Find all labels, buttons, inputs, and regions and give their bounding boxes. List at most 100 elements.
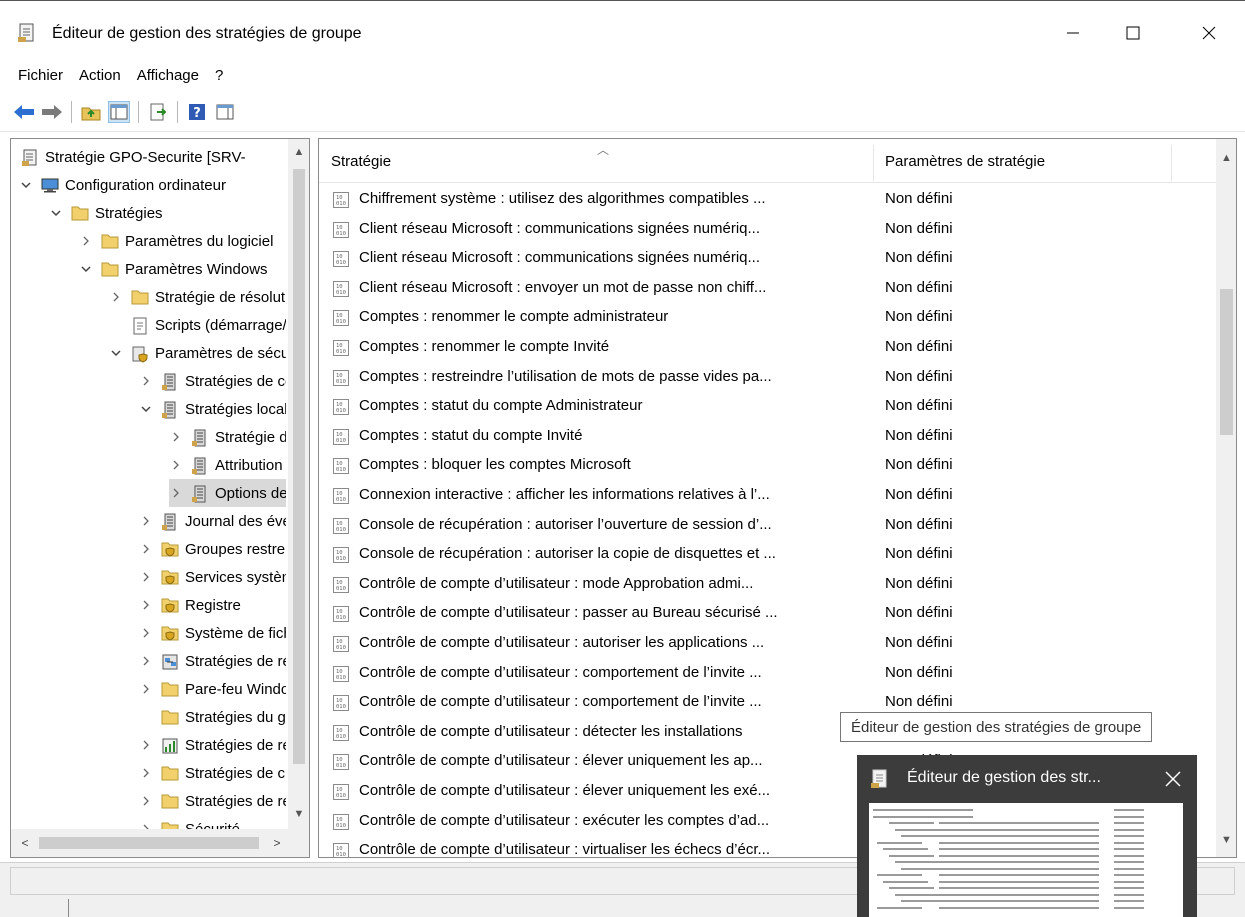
tree-node[interactable]: Attribution des droits utilisateur [169,451,286,479]
chevron-right-icon[interactable] [139,822,153,829]
table-row[interactable]: 10 010 Client réseau Microsoft : communica… [319,244,1216,273]
tree-node[interactable]: Stratégies de comptes [139,367,286,395]
chevron-right-icon[interactable] [169,486,183,500]
chevron-right-icon[interactable] [139,654,153,668]
tree-node[interactable]: Options de sécurité [169,479,286,507]
tree-node[interactable]: Paramètres de sécurité [109,339,286,367]
chevron-down-icon[interactable] [19,178,33,192]
chevron-right-icon[interactable] [79,234,93,248]
chevron-down-icon[interactable] [49,206,63,220]
scroll-left-icon[interactable]: < [15,833,35,853]
show-hide-tree-button[interactable] [108,100,130,123]
tree-node[interactable]: Groupes restreints [139,535,286,563]
chevron-right-icon[interactable] [139,570,153,584]
table-row[interactable]: 10 010 Contrôle de compte d’utilisateur : … [319,599,1216,628]
table-row[interactable]: 10 010 Comptes : bloquer les comptes Micro… [319,451,1216,480]
table-row[interactable]: 10 010 Console de récupération : autoriser… [319,511,1216,540]
table-row[interactable]: 10 010 Contrôle de compte d’utilisateur : … [319,629,1216,658]
tree-node[interactable]: Pare-feu Windows [139,675,286,703]
table-row[interactable]: 10 010 Client réseau Microsoft : communica… [319,215,1216,244]
maximize-button[interactable] [1110,13,1156,53]
table-row[interactable]: 10 010 Contrôle de compte d’utilisateur : … [319,570,1216,599]
table-row[interactable]: 10 010 Comptes : statut du compte Invité No… [319,422,1216,451]
tree-vertical-scrollbar[interactable]: ▲ ▼ [288,139,309,829]
table-row[interactable]: 10 010 Comptes : statut du compte Administ… [319,392,1216,421]
table-row[interactable]: 10 010 Comptes : renommer le compte Invité… [319,333,1216,362]
back-button[interactable] [13,101,35,123]
table-row[interactable]: 10 010 Client réseau Microsoft : envoyer u… [319,274,1216,303]
tree-node[interactable]: Configuration ordinateur [19,171,226,199]
tree-node[interactable]: Stratégies du gestionnaire de listes de … [139,703,286,731]
chevron-down-icon[interactable] [139,402,153,416]
scrollbar-thumb[interactable] [1220,289,1233,435]
tree-node[interactable]: Paramètres du logiciel [79,227,273,255]
minimize-button[interactable] [1050,13,1096,53]
tree-node[interactable]: Stratégie GPO-Securite [SRV- [21,143,246,171]
scroll-right-icon[interactable]: > [267,833,287,853]
chevron-right-icon[interactable] [139,598,153,612]
table-row[interactable]: 10 010 Contrôle de compte d’utilisateur : … [319,659,1216,688]
tree-node[interactable]: Paramètres Windows [79,255,268,283]
chevron-right-icon[interactable] [109,290,123,304]
column-divider[interactable] [1171,145,1172,181]
up-folder-button[interactable] [80,101,102,123]
table-row[interactable]: 10 010 Connexion interactive : afficher le… [319,481,1216,510]
export-list-button[interactable] [147,101,169,123]
chevron-right-icon[interactable] [139,542,153,556]
scroll-down-icon[interactable]: ▼ [288,803,309,825]
table-row[interactable]: 10 010 Comptes : restreindre l’utilisation… [319,363,1216,392]
chevron-right-icon[interactable] [139,514,153,528]
scrollbar-thumb[interactable] [293,169,305,764]
chevron-down-icon[interactable] [79,262,93,276]
table-row[interactable]: 10 010 Chiffrement système : utilisez des … [319,185,1216,214]
tree-node[interactable]: Stratégies de réseau sans fil [139,731,286,759]
tree-node[interactable]: Registre [139,591,241,619]
tree-node[interactable]: Stratégie d'audit [169,423,286,451]
chevron-right-icon[interactable] [139,766,153,780]
preview-line [901,867,946,870]
tree-node[interactable]: Stratégies de clé publique [139,759,286,787]
properties-pane-button[interactable] [214,101,236,123]
chevron-right-icon[interactable] [169,458,183,472]
tree-horizontal-scrollbar[interactable]: < > [11,829,309,857]
scroll-up-icon[interactable]: ▲ [288,141,309,163]
tree-node[interactable]: Système de fichiers [139,619,286,647]
tree-node[interactable]: Stratégies de réseau filaire [139,647,286,675]
policy-name: Contrôle de compte d’utilisateur : compo… [359,663,762,681]
tree-node[interactable]: Stratégies [49,199,163,227]
tree-node[interactable]: Scripts (démarrage/arrêt) [109,311,286,339]
scrollbar-thumb[interactable] [39,837,259,849]
column-divider[interactable] [873,145,874,181]
forward-button[interactable] [41,101,63,123]
chevron-right-icon[interactable] [139,794,153,808]
thumbnail-close-button[interactable] [1159,765,1187,793]
help-button[interactable]: ? [186,101,208,123]
tree-node-label: Stratégies de restriction logicielle [185,792,286,810]
chevron-right-icon[interactable] [139,626,153,640]
chevron-right-icon[interactable] [169,430,183,444]
tree-node[interactable]: Services système [139,563,286,591]
tree-node[interactable]: Stratégies de restriction logicielle [139,787,286,815]
column-header-setting[interactable]: Paramètres de stratégie [885,153,1045,170]
list-vertical-scrollbar[interactable]: ▲ ▼ [1216,139,1236,857]
chevron-right-icon[interactable] [139,682,153,696]
preview-line [895,893,940,896]
tree-node[interactable]: Stratégie de résolution de noms [109,283,286,311]
scroll-up-icon[interactable]: ▲ [1216,147,1236,169]
close-button[interactable] [1186,13,1232,53]
menu-help[interactable]: ? [215,67,223,84]
menu-affichage[interactable]: Affichage [137,67,199,84]
column-header-policy[interactable]: Stratégie [331,153,391,170]
tree-node[interactable]: Stratégies locales [139,395,286,423]
table-row[interactable]: 10 010 Comptes : renommer le compte admini… [319,303,1216,332]
menu-action[interactable]: Action [79,67,121,84]
tree-node[interactable]: Sécurité [139,815,240,829]
taskbar-thumbnail[interactable]: Éditeur de gestion des str... [857,755,1197,917]
chevron-right-icon[interactable] [139,374,153,388]
table-row[interactable]: 10 010 Console de récupération : autoriser… [319,540,1216,569]
tree-node[interactable]: Journal des événements [139,507,286,535]
menu-fichier[interactable]: Fichier [18,67,63,84]
scroll-down-icon[interactable]: ▼ [1216,829,1236,851]
chevron-down-icon[interactable] [109,346,123,360]
chevron-right-icon[interactable] [139,738,153,752]
